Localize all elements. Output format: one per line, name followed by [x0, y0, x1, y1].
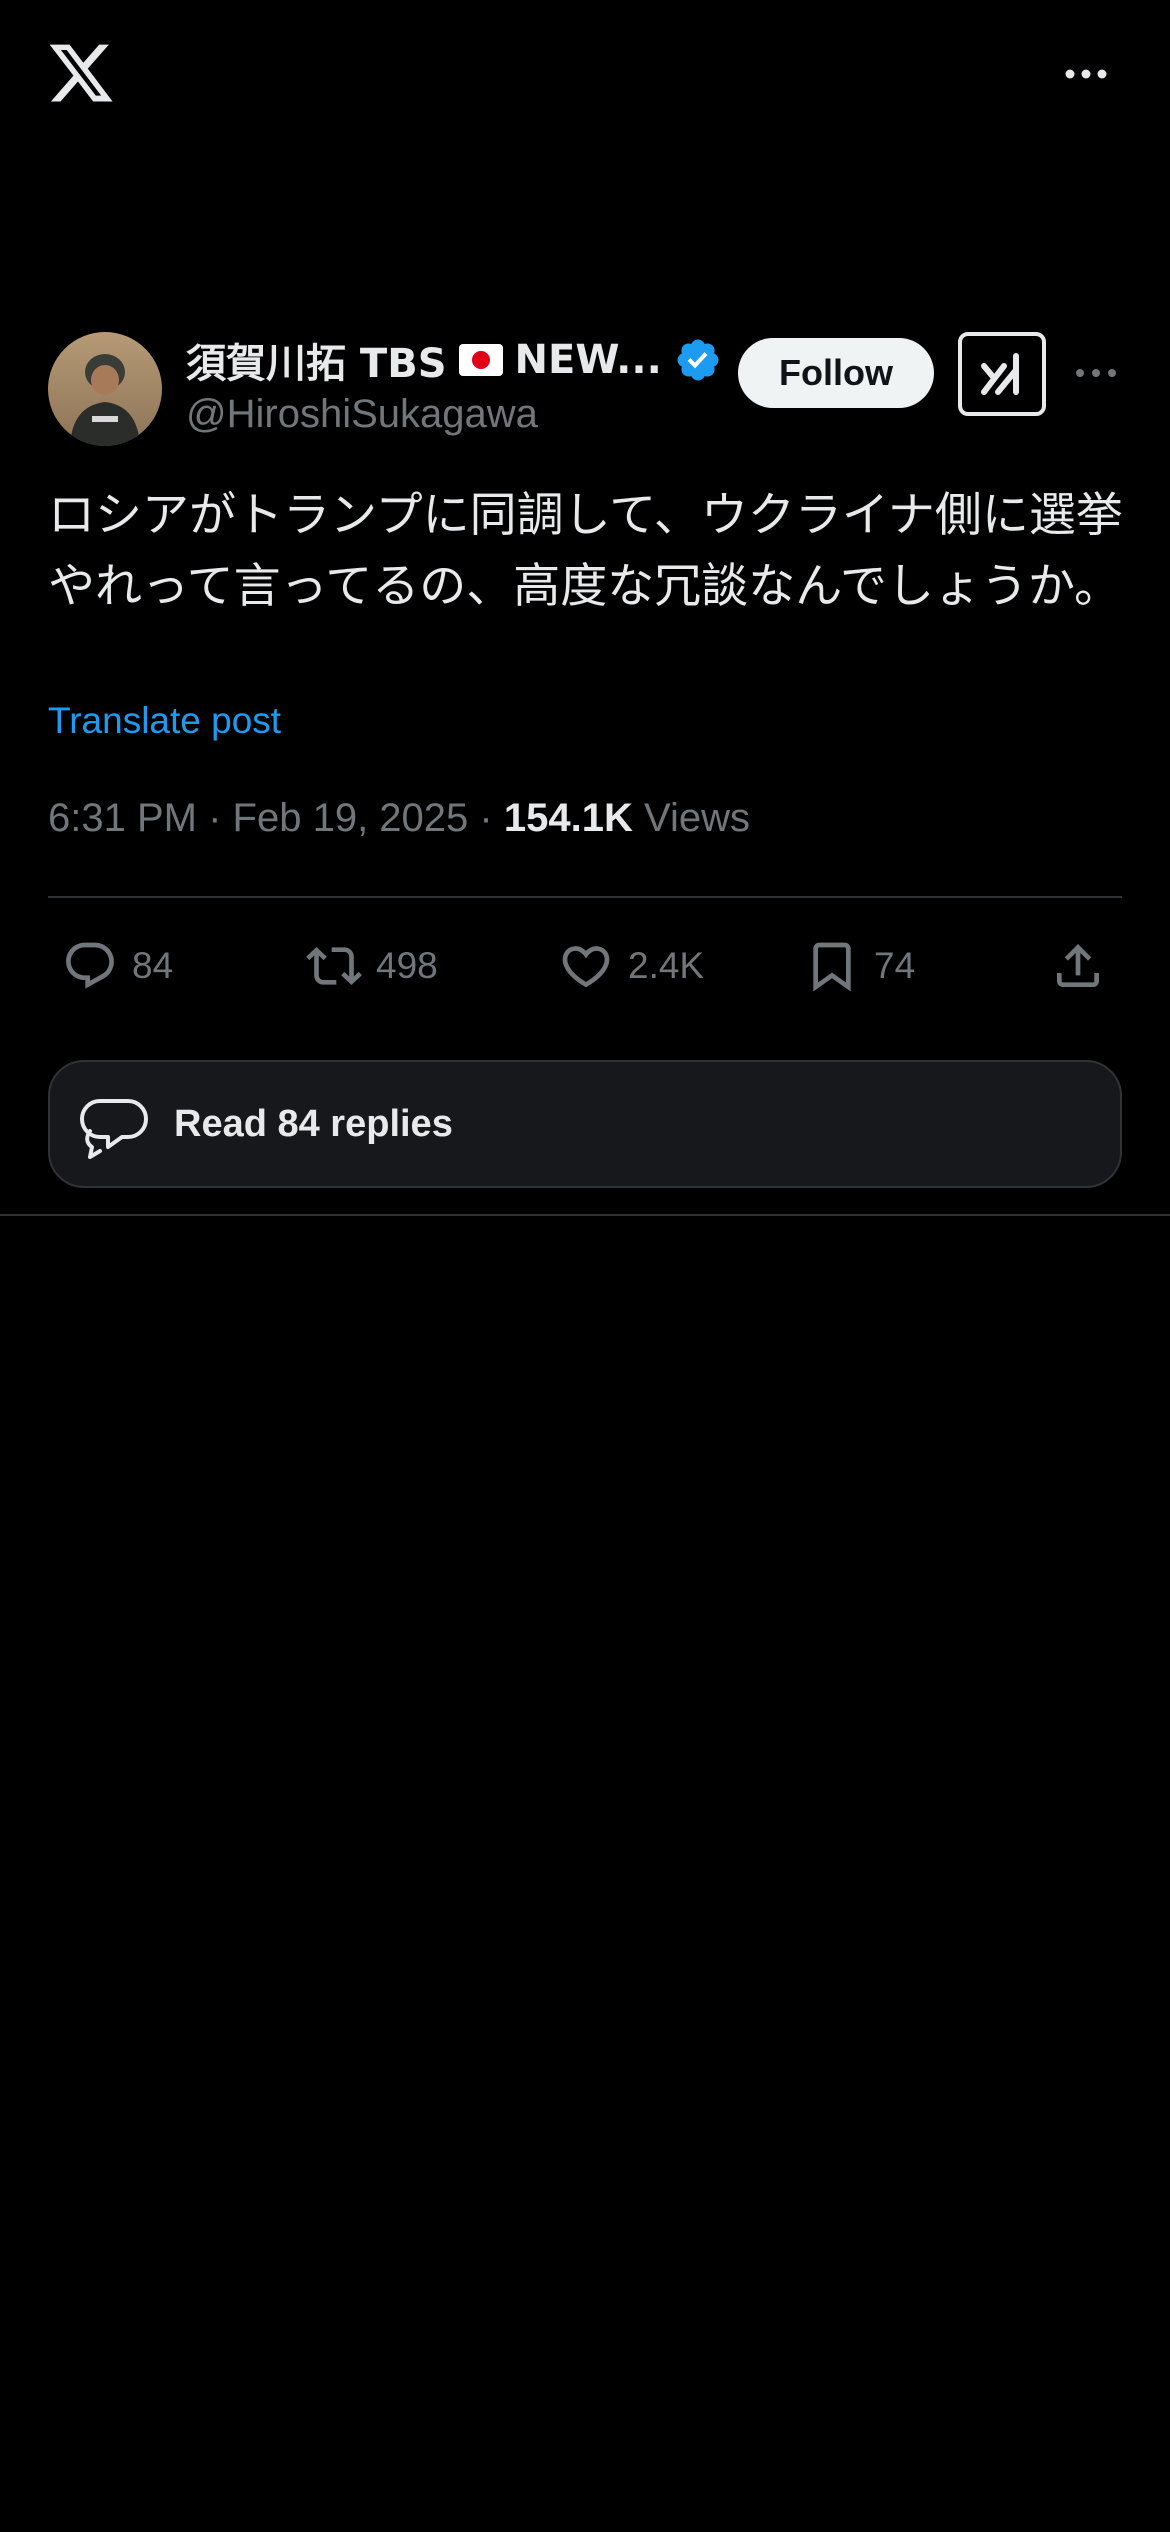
japan-flag-icon: [458, 344, 503, 376]
grok-icon: [981, 353, 1019, 395]
like-count: 2.4K: [628, 945, 705, 986]
author-handle[interactable]: @HiroshiSukagawa: [186, 392, 538, 437]
tweet-meta: 6:31 PM · Feb 19, 2025 · 154.1K Views: [48, 796, 750, 841]
read-replies-button[interactable]: Read 84 replies: [48, 1060, 1122, 1188]
tweet-time[interactable]: 6:31 PM: [48, 796, 197, 840]
tweet-date[interactable]: Feb 19, 2025: [233, 796, 469, 840]
repost-count: 498: [376, 945, 438, 986]
tweet-text: ロシアがトランプに同調して、ウクライナ側に選挙やれって言ってるの、高度な冗談なん…: [48, 488, 1123, 614]
bookmark-count: 74: [874, 945, 916, 986]
bookmark-button[interactable]: 74: [804, 936, 915, 996]
divider: [0, 1214, 1170, 1216]
heart-icon: [562, 946, 610, 988]
reply-button[interactable]: 84: [62, 936, 173, 996]
tweet-more-icon[interactable]: [1074, 362, 1118, 384]
views-label[interactable]: Views: [644, 796, 750, 840]
share-button[interactable]: [1050, 936, 1106, 996]
divider: [48, 896, 1122, 898]
repost-icon: [306, 947, 362, 985]
reply-count: 84: [132, 945, 174, 986]
display-name-suffix[interactable]: NEW...: [515, 337, 662, 383]
share-icon: [1057, 944, 1099, 987]
x-logo-icon[interactable]: [46, 38, 116, 108]
avatar[interactable]: [48, 332, 162, 446]
verified-badge-icon: [677, 339, 719, 381]
meta-separator: ·: [208, 796, 222, 840]
repost-button[interactable]: 498: [306, 936, 438, 996]
bookmark-icon: [813, 942, 851, 992]
views-count[interactable]: 154.1K: [504, 796, 633, 840]
follow-button[interactable]: Follow: [738, 338, 934, 408]
author-name-row[interactable]: 須賀川拓 TBS NEW...: [186, 330, 722, 390]
conversation-icon: [80, 1099, 148, 1159]
display-name[interactable]: 須賀川拓 TBS: [186, 331, 447, 389]
translate-post-link[interactable]: Translate post: [48, 700, 281, 742]
meta-separator: ·: [479, 796, 493, 840]
more-options-icon[interactable]: [1062, 62, 1110, 86]
like-button[interactable]: 2.4K: [558, 936, 704, 996]
grok-button[interactable]: [958, 332, 1046, 416]
reply-icon: [66, 942, 114, 989]
avatar-image: [48, 332, 162, 446]
read-replies-label: Read 84 replies: [174, 1102, 453, 1145]
